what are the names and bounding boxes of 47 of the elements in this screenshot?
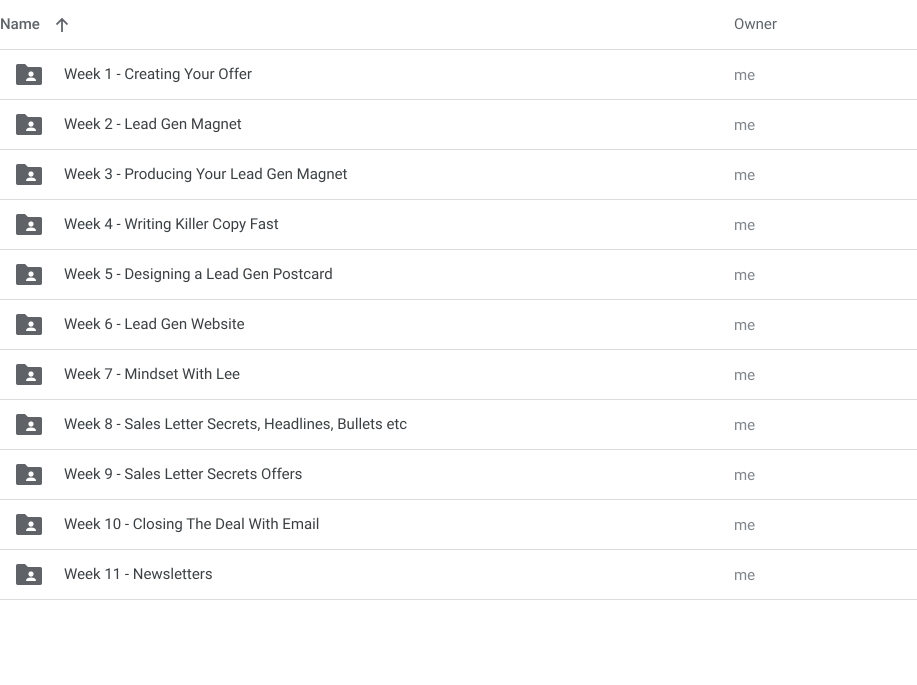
shared-folder-icon: [16, 264, 42, 285]
folder-name: Week 11 - Newsletters: [64, 564, 213, 586]
folder-row[interactable]: Week 1 - Creating Your Offer me: [0, 50, 917, 100]
folder-name: Week 3 - Producing Your Lead Gen Magnet: [64, 164, 348, 186]
owner-cell: me: [734, 516, 756, 534]
folder-name: Week 1 - Creating Your Offer: [64, 64, 252, 86]
folder-name: Week 9 - Sales Letter Secrets Offers: [64, 464, 302, 486]
column-header[interactable]: Name: [0, 13, 40, 36]
owner-cell: me: [734, 216, 756, 234]
folder-row[interactable]: Week 9 - Sales Letter Secrets Offers me: [0, 450, 917, 500]
folder-name: Week 8 - Sales Letter Secrets, Headlines, Bullets etc: [64, 414, 408, 436]
shared-folder-icon: [16, 414, 42, 435]
folder-row[interactable]: Week 4 - Writing Killer Copy Fast me: [0, 200, 917, 250]
folder-name: Week 7 - Mindset With Lee: [64, 364, 240, 386]
owner-cell: me: [734, 466, 756, 484]
owner-cell: me: [734, 316, 756, 334]
shared-folder-icon: [16, 164, 42, 185]
folder-name: Week 2 - Lead Gen Magnet: [64, 114, 242, 136]
folder-name: Week 4 - Writing Killer Copy Fast: [64, 214, 279, 236]
folder-row[interactable]: Week 3 - Producing Your Lead Gen Magnet me: [0, 150, 917, 200]
shared-folder-icon: [16, 64, 42, 85]
column-header[interactable]: Owner: [734, 13, 777, 36]
shared-folder-icon: [16, 364, 42, 385]
shared-folder-icon: [16, 114, 42, 135]
owner-cell: me: [734, 66, 756, 84]
owner-cell: me: [734, 266, 756, 284]
folder-row[interactable]: Week 6 - Lead Gen Website me: [0, 300, 917, 350]
folder-row[interactable]: Week 7 - Mindset With Lee me: [0, 350, 917, 400]
folder-row[interactable]: Week 11 - Newsletters me: [0, 550, 917, 600]
folder-name: Week 10 - Closing The Deal With Email: [64, 514, 320, 536]
folder-row[interactable]: Week 5 - Designing a Lead Gen Postcard me: [0, 250, 917, 300]
owner-cell: me: [734, 416, 756, 434]
owner-cell: me: [734, 166, 756, 184]
shared-folder-icon: [16, 214, 42, 235]
folder-row[interactable]: Week 10 - Closing The Deal With Email me: [0, 500, 917, 550]
sort-arrow-icon[interactable]: [54, 16, 70, 32]
owner-cell: me: [734, 366, 756, 384]
folder-name: Week 6 - Lead Gen Website: [64, 314, 245, 336]
shared-folder-icon: [16, 514, 42, 535]
owner-cell: me: [734, 116, 756, 134]
shared-folder-icon: [16, 314, 42, 335]
shared-folder-icon: [16, 464, 42, 485]
folder-row[interactable]: Week 2 - Lead Gen Magnet me: [0, 100, 917, 150]
owner-cell: me: [734, 566, 756, 584]
shared-folder-icon: [16, 564, 42, 585]
folder-name: Week 5 - Designing a Lead Gen Postcard: [64, 264, 333, 286]
folder-row[interactable]: Week 8 - Sales Letter Secrets, Headlines, Bullets etc me: [0, 400, 917, 450]
